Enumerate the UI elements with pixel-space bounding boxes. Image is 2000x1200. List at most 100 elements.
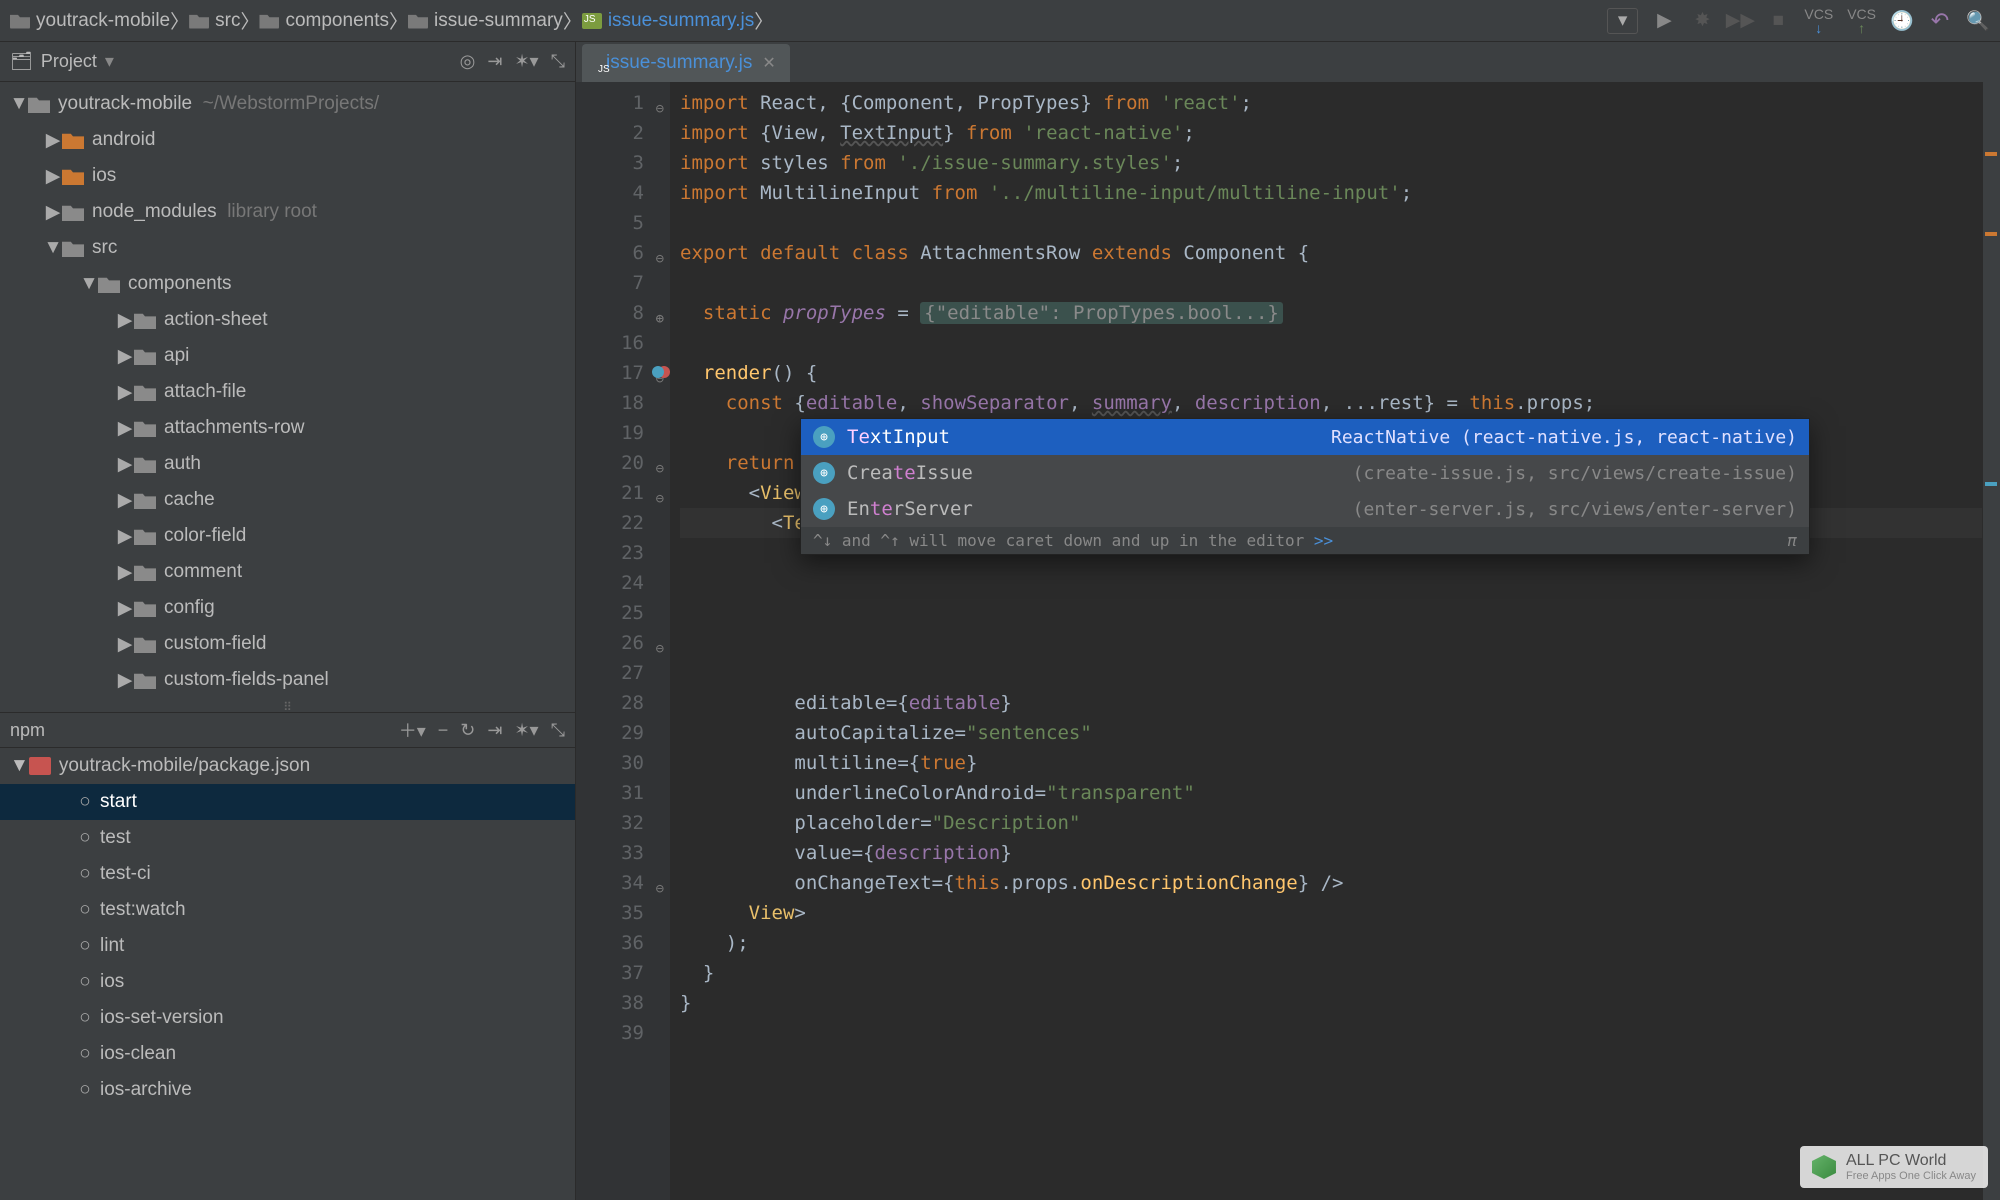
- tree-item[interactable]: ▶auth: [0, 446, 575, 482]
- code-line[interactable]: [680, 1018, 1982, 1048]
- fold-icon[interactable]: ⊖: [656, 634, 664, 664]
- code-line[interactable]: export default class AttachmentsRow exte…: [680, 238, 1982, 268]
- code-line[interactable]: const {editable, showSeparator, summary,…: [680, 388, 1982, 418]
- code-line[interactable]: [680, 328, 1982, 358]
- tree-arrow-icon[interactable]: ▼: [80, 273, 98, 295]
- code-line[interactable]: [680, 568, 1982, 598]
- run-icon[interactable]: ▶: [1652, 9, 1676, 33]
- line-number[interactable]: 25: [576, 598, 644, 628]
- line-number[interactable]: 29: [576, 718, 644, 748]
- line-number[interactable]: 8⊖⊕: [576, 298, 644, 328]
- line-number[interactable]: 7: [576, 268, 644, 298]
- tree-divider[interactable]: ⠿: [0, 702, 575, 712]
- npm-tool-header[interactable]: npm ＋▾ − ↻ ⇥ ✶▾ ⤡: [0, 712, 575, 748]
- line-number[interactable]: 6⊖: [576, 238, 644, 268]
- code-line[interactable]: [680, 208, 1982, 238]
- editor-tab[interactable]: issue-summary.js ✕: [582, 44, 790, 82]
- npm-root[interactable]: ▼youtrack-mobile/package.json: [0, 748, 575, 784]
- line-number[interactable]: 3: [576, 148, 644, 178]
- line-number[interactable]: 19: [576, 418, 644, 448]
- revert-icon[interactable]: ↶: [1928, 9, 1952, 33]
- gear-icon[interactable]: ✶▾: [514, 720, 538, 741]
- npm-script-item[interactable]: ○test:watch: [0, 892, 575, 928]
- override-icon[interactable]: [652, 366, 664, 378]
- code-line[interactable]: import React, {Component, PropTypes} fro…: [680, 88, 1982, 118]
- line-number[interactable]: 36: [576, 928, 644, 958]
- npm-script-item[interactable]: ○ios-clean: [0, 1036, 575, 1072]
- line-number[interactable]: 22: [576, 508, 644, 538]
- line-number[interactable]: 1⊖: [576, 88, 644, 118]
- npm-script-item[interactable]: ○test: [0, 820, 575, 856]
- tree-arrow-icon[interactable]: ▶: [116, 561, 134, 584]
- add-icon[interactable]: ＋▾: [399, 717, 426, 743]
- history-icon[interactable]: 🕘: [1890, 9, 1914, 33]
- line-number[interactable]: 5: [576, 208, 644, 238]
- line-number[interactable]: 23: [576, 538, 644, 568]
- npm-script-item[interactable]: ○ios-set-version: [0, 1000, 575, 1036]
- tree-item[interactable]: ▶api: [0, 338, 575, 374]
- code-line[interactable]: static propTypes = {"editable": PropType…: [680, 298, 1982, 328]
- completion-item[interactable]: ⊕CreateIssue(create-issue.js, src/views/…: [801, 455, 1809, 491]
- completion-item[interactable]: ⊕TextInputReactNative (react-native.js, …: [801, 419, 1809, 455]
- tree-item[interactable]: ▼components: [0, 266, 575, 302]
- reload-icon[interactable]: ↻: [460, 720, 475, 741]
- code-line[interactable]: value={description}: [680, 838, 1982, 868]
- fold-icon[interactable]: ⊖: [656, 94, 664, 124]
- code-line[interactable]: onChangeText={this.props.onDescriptionCh…: [680, 868, 1982, 898]
- npm-tree[interactable]: ▼youtrack-mobile/package.json○start○test…: [0, 748, 575, 1108]
- tree-item[interactable]: ▶comment: [0, 554, 575, 590]
- fold-icon[interactable]: ⊖: [656, 484, 664, 514]
- code-line[interactable]: import styles from './issue-summary.styl…: [680, 148, 1982, 178]
- tree-arrow-icon[interactable]: ▶: [44, 201, 62, 224]
- breadcrumb-item[interactable]: src: [189, 10, 240, 32]
- tree-item[interactable]: ▶attach-file: [0, 374, 575, 410]
- tree-item[interactable]: ▶action-sheet: [0, 302, 575, 338]
- line-number[interactable]: 31: [576, 778, 644, 808]
- tree-arrow-icon[interactable]: ▶: [116, 669, 134, 692]
- code-line[interactable]: multiline={true}: [680, 748, 1982, 778]
- tree-item[interactable]: ▶custom-field: [0, 626, 575, 662]
- tree-item[interactable]: ▶config: [0, 590, 575, 626]
- npm-script-item[interactable]: ○test-ci: [0, 856, 575, 892]
- breadcrumb-item[interactable]: components: [259, 10, 389, 32]
- pi-icon[interactable]: π: [1787, 531, 1797, 550]
- tree-arrow-icon[interactable]: ▶: [116, 597, 134, 620]
- tree-item[interactable]: ▶attachments-row: [0, 410, 575, 446]
- code-line[interactable]: [680, 628, 1982, 658]
- fold-icon[interactable]: ⊕: [656, 304, 664, 334]
- npm-script-item[interactable]: ○ios-archive: [0, 1072, 575, 1108]
- fold-icon[interactable]: ⊖: [656, 454, 664, 484]
- line-number[interactable]: 33: [576, 838, 644, 868]
- line-number[interactable]: 17⊖: [576, 358, 644, 388]
- code-line[interactable]: [680, 658, 1982, 688]
- line-number[interactable]: 27: [576, 658, 644, 688]
- gear-icon[interactable]: ✶▾: [514, 51, 538, 72]
- tree-arrow-icon[interactable]: ▶: [116, 417, 134, 440]
- completion-item[interactable]: ⊕EnterServer(enter-server.js, src/views/…: [801, 491, 1809, 527]
- npm-script-item[interactable]: ○lint: [0, 928, 575, 964]
- tree-arrow-icon[interactable]: ▶: [116, 525, 134, 548]
- run-config-dropdown[interactable]: ▾: [1607, 8, 1639, 34]
- fold-icon[interactable]: ⊖: [656, 244, 664, 274]
- breadcrumb-item[interactable]: issue-summary.js: [582, 10, 754, 32]
- line-number[interactable]: 4: [576, 178, 644, 208]
- coverage-icon[interactable]: ▶▶: [1728, 9, 1752, 33]
- tree-arrow-icon[interactable]: ▶: [44, 129, 62, 152]
- code-line[interactable]: );: [680, 928, 1982, 958]
- line-number[interactable]: 26⊖: [576, 628, 644, 658]
- npm-script-item[interactable]: ○start: [0, 784, 575, 820]
- editor-code[interactable]: import React, {Component, PropTypes} fro…: [670, 82, 1982, 1200]
- code-line[interactable]: }: [680, 958, 1982, 988]
- tree-item[interactable]: ▶android: [0, 122, 575, 158]
- tree-item[interactable]: ▼src: [0, 230, 575, 266]
- collapse-icon[interactable]: ⇥: [487, 720, 502, 741]
- close-icon[interactable]: ✕: [762, 53, 775, 73]
- code-line[interactable]: [680, 268, 1982, 298]
- code-line[interactable]: import {View, TextInput} from 'react-nat…: [680, 118, 1982, 148]
- line-number[interactable]: 20⊖: [576, 448, 644, 478]
- tree-arrow-icon[interactable]: ▶: [116, 345, 134, 368]
- code-completion-popup[interactable]: ⊕TextInputReactNative (react-native.js, …: [800, 418, 1810, 555]
- tree-arrow-icon[interactable]: ▶: [116, 381, 134, 404]
- code-line[interactable]: render() {: [680, 358, 1982, 388]
- target-icon[interactable]: ◎: [460, 51, 476, 72]
